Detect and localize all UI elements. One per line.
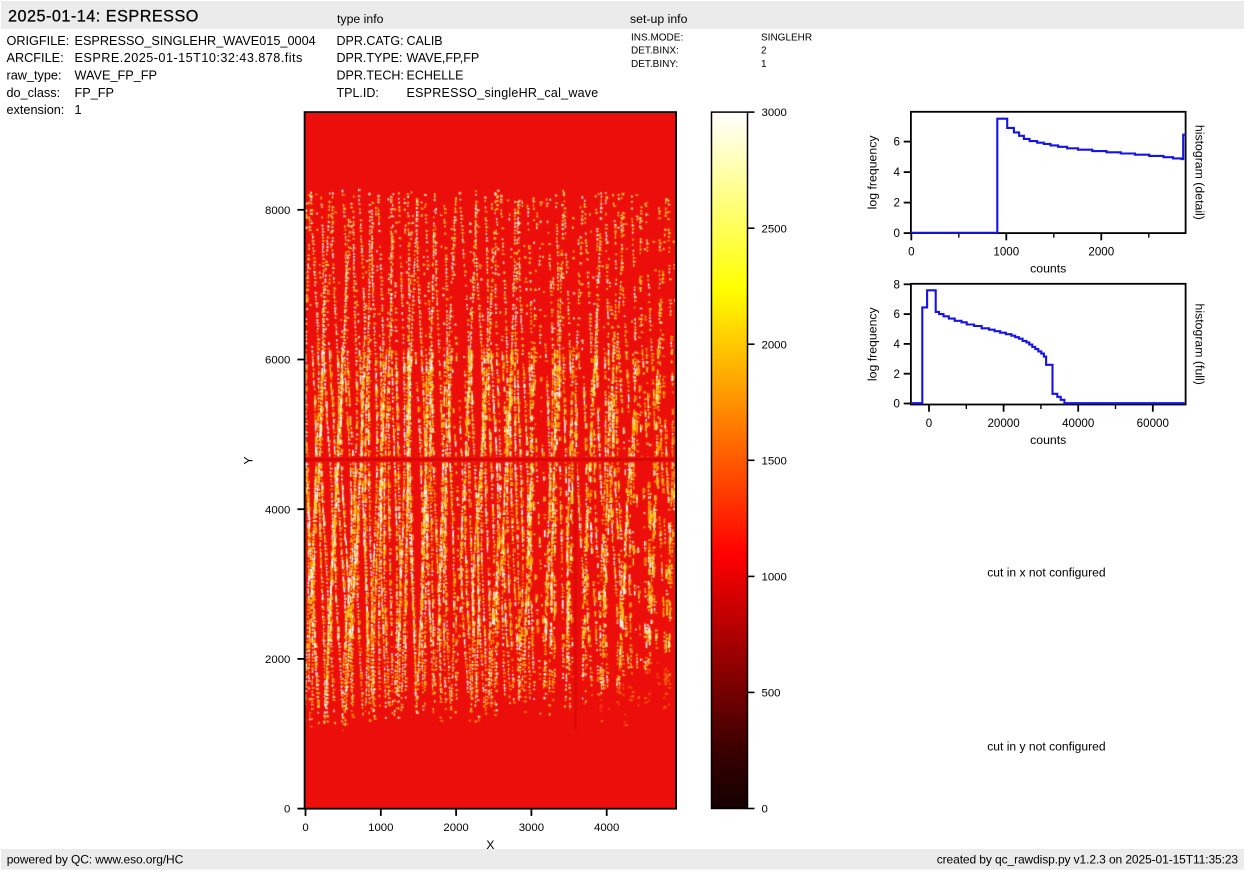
svg-text:extension:: extension: — [7, 103, 65, 117]
svg-text:4: 4 — [893, 166, 900, 179]
svg-text:FP_FP: FP_FP — [75, 86, 114, 100]
svg-text:INS.MODE:: INS.MODE: — [631, 32, 683, 43]
svg-text:DPR.TECH:: DPR.TECH: — [337, 69, 404, 83]
svg-text:2: 2 — [761, 46, 767, 57]
svg-text:4000: 4000 — [265, 504, 290, 516]
svg-text:4: 4 — [893, 338, 900, 351]
svg-text:Y: Y — [242, 456, 256, 464]
svg-text:DET.BINX:: DET.BINX: — [631, 46, 679, 57]
svg-text:histogram (detail): histogram (detail) — [1193, 125, 1207, 220]
svg-text:8000: 8000 — [265, 205, 290, 217]
svg-text:6000: 6000 — [265, 355, 290, 367]
svg-text:500: 500 — [762, 688, 781, 700]
svg-text:0: 0 — [926, 417, 932, 430]
svg-text:DPR.CATG:: DPR.CATG: — [337, 34, 404, 48]
svg-text:8: 8 — [893, 278, 899, 291]
svg-text:20000: 20000 — [987, 417, 1019, 430]
svg-text:do_class:: do_class: — [7, 86, 61, 100]
svg-text:2: 2 — [893, 368, 899, 381]
svg-text:CALIB: CALIB — [407, 34, 443, 48]
svg-text:0: 0 — [762, 804, 768, 816]
svg-text:ESPRE.2025-01-15T10:32:43.878.: ESPRE.2025-01-15T10:32:43.878.fits — [75, 51, 303, 65]
svg-text:40000: 40000 — [1062, 417, 1094, 430]
svg-text:1: 1 — [761, 59, 767, 70]
svg-text:counts: counts — [1030, 262, 1066, 276]
svg-text:log frequency: log frequency — [866, 135, 880, 210]
svg-text:X: X — [486, 838, 494, 852]
svg-text:2025-01-14: ESPRESSO: 2025-01-14: ESPRESSO — [8, 8, 199, 26]
svg-text:ESPRESSO_SINGLEHR_WAVE015_0004: ESPRESSO_SINGLEHR_WAVE015_0004 — [75, 34, 316, 48]
svg-text:created by qc_rawdisp.py v1.2.: created by qc_rawdisp.py v1.2.3 on 2025-… — [937, 852, 1239, 866]
svg-text:DPR.TYPE:: DPR.TYPE: — [337, 51, 403, 65]
svg-text:DET.BINY:: DET.BINY: — [631, 59, 678, 70]
svg-text:ORIGFILE:: ORIGFILE: — [7, 34, 70, 48]
svg-text:0: 0 — [908, 246, 914, 259]
svg-text:6: 6 — [893, 136, 899, 149]
svg-text:raw_type:: raw_type: — [7, 69, 62, 83]
svg-text:1000: 1000 — [368, 822, 393, 834]
svg-text:ARCFILE:: ARCFILE: — [7, 51, 64, 65]
svg-text:TPL.ID:: TPL.ID: — [337, 86, 379, 100]
svg-text:2000: 2000 — [265, 654, 290, 666]
svg-text:2000: 2000 — [762, 339, 787, 351]
svg-text:cut in x not configured: cut in x not configured — [987, 566, 1105, 580]
svg-text:2500: 2500 — [762, 223, 787, 235]
svg-text:0: 0 — [302, 822, 308, 834]
svg-text:WAVE,FP,FP: WAVE,FP,FP — [407, 51, 480, 65]
svg-text:log frequency: log frequency — [866, 306, 880, 381]
svg-text:counts: counts — [1030, 433, 1066, 447]
svg-text:2000: 2000 — [1088, 246, 1114, 259]
svg-text:2: 2 — [893, 197, 899, 210]
svg-text:1: 1 — [75, 103, 82, 117]
svg-text:0: 0 — [893, 227, 899, 240]
svg-text:powered by QC: www.eso.org/HC: powered by QC: www.eso.org/HC — [7, 852, 184, 866]
svg-text:6: 6 — [893, 308, 899, 321]
svg-text:1000: 1000 — [993, 246, 1019, 259]
svg-text:4000: 4000 — [594, 822, 619, 834]
svg-text:3000: 3000 — [519, 822, 544, 834]
svg-text:0: 0 — [284, 804, 290, 816]
svg-text:1000: 1000 — [762, 572, 787, 584]
svg-text:type info: type info — [337, 12, 384, 26]
svg-text:ECHELLE: ECHELLE — [407, 69, 464, 83]
svg-text:histogram (full): histogram (full) — [1193, 304, 1207, 385]
svg-text:1500: 1500 — [762, 455, 787, 467]
svg-text:WAVE_FP_FP: WAVE_FP_FP — [75, 69, 158, 83]
svg-text:60000: 60000 — [1137, 417, 1169, 430]
svg-text:2000: 2000 — [443, 822, 468, 834]
svg-text:SINGLEHR: SINGLEHR — [761, 32, 812, 43]
svg-text:3000: 3000 — [762, 107, 787, 119]
svg-text:0: 0 — [893, 398, 899, 411]
svg-text:set-up info: set-up info — [630, 12, 688, 26]
svg-text:cut in y not configured: cut in y not configured — [987, 740, 1105, 754]
svg-text:ESPRESSO_singleHR_cal_wave: ESPRESSO_singleHR_cal_wave — [407, 86, 599, 100]
